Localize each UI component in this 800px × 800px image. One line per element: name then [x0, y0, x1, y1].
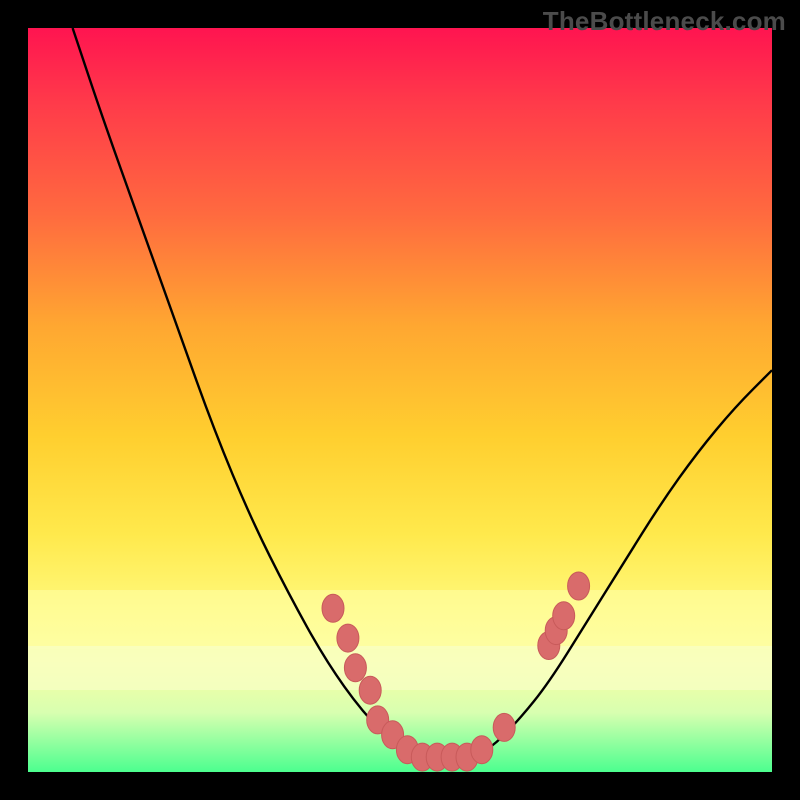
bottleneck-curve: [73, 28, 772, 765]
data-marker: [344, 654, 366, 682]
data-marker: [568, 572, 590, 600]
chart-svg: [28, 28, 772, 772]
data-marker: [553, 602, 575, 630]
data-marker: [359, 676, 381, 704]
data-marker: [493, 713, 515, 741]
data-markers: [322, 572, 590, 771]
data-marker: [471, 736, 493, 764]
plot-area: [28, 28, 772, 772]
data-marker: [322, 594, 344, 622]
watermark-text: TheBottleneck.com: [543, 6, 786, 37]
outer-frame: TheBottleneck.com: [0, 0, 800, 800]
data-marker: [337, 624, 359, 652]
